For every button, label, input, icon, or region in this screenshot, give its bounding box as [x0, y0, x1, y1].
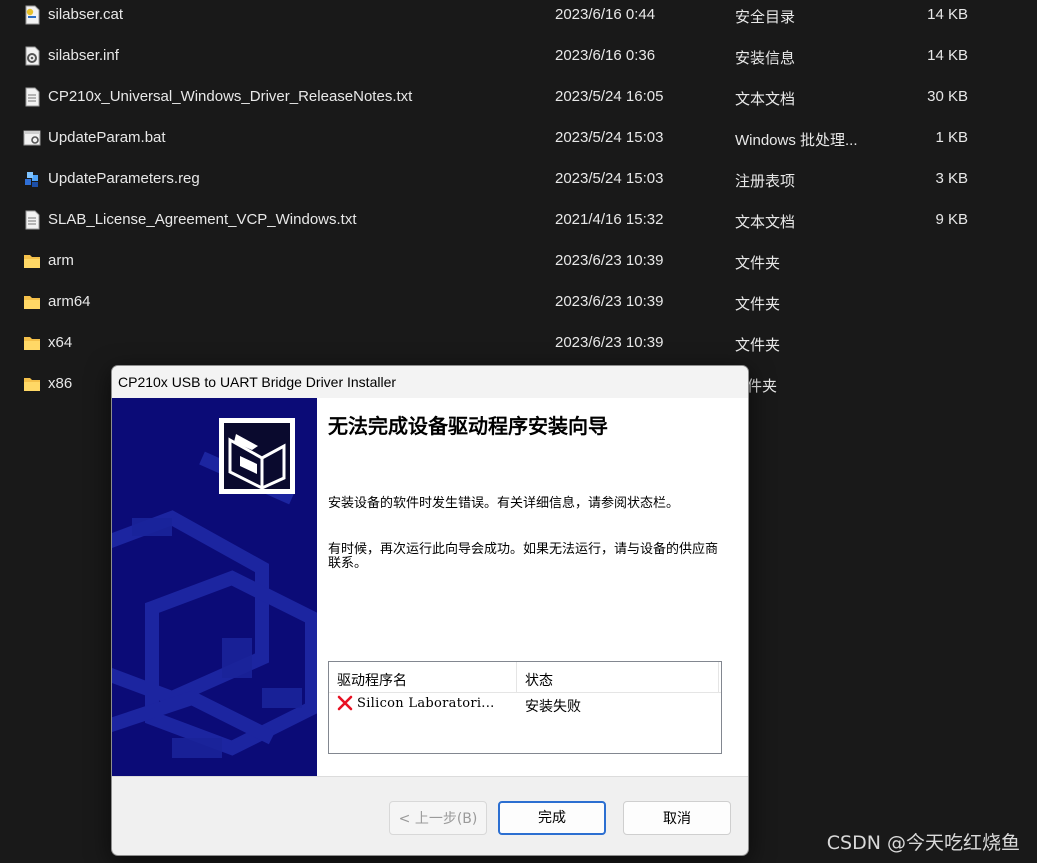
button-area-divider — [112, 776, 748, 777]
file-type: 安装信息 — [735, 50, 796, 67]
file-row[interactable]: CP210x_Universal_Windows_Driver_ReleaseN… — [0, 83, 1037, 124]
file-type: 件夹 — [747, 378, 778, 395]
file-type: Windows 批处理... — [735, 132, 858, 149]
file-type: 文本文档 — [735, 214, 796, 231]
folder-icon — [23, 333, 41, 353]
file-name: x86 — [48, 375, 73, 392]
file-type: 文件夹 — [735, 337, 781, 354]
folder-icon — [23, 292, 41, 312]
batch-file-icon — [23, 128, 41, 148]
file-name: SLAB_License_Agreement_VCP_Windows.txt — [48, 211, 357, 228]
file-type: 文件夹 — [735, 255, 781, 272]
text-file-icon — [23, 87, 41, 107]
file-date: 2023/5/24 15:03 — [555, 170, 664, 187]
file-type: 文本文档 — [735, 91, 796, 108]
file-row[interactable]: UpdateParameters.reg 2023/5/24 15:03 注册表项 3… — [0, 165, 1037, 206]
list-header: 驱动程序名 状态 — [329, 662, 721, 693]
file-name: arm64 — [48, 293, 91, 310]
file-date: 2023/6/23 10:39 — [555, 334, 664, 351]
registry-file-icon — [23, 169, 41, 189]
file-type: 注册表项 — [735, 173, 796, 190]
catalog-file-icon — [23, 5, 41, 25]
file-row[interactable]: arm64 2023/6/23 10:39 文件夹 — [0, 288, 1037, 329]
wizard-banner-art — [112, 398, 319, 776]
file-size: 9 KB — [935, 211, 968, 228]
file-date: 2023/6/16 0:44 — [555, 6, 656, 23]
file-name: CP210x_Universal_Windows_Driver_ReleaseN… — [48, 88, 413, 105]
file-row[interactable]: UpdateParam.bat 2023/5/24 15:03 Windows 批处… — [0, 124, 1037, 165]
cancel-button[interactable]: 取消 — [623, 801, 731, 835]
file-row[interactable]: silabser.cat 2023/6/16 0:44 安全目录 14 KB — [0, 1, 1037, 42]
file-size: 14 KB — [927, 6, 968, 23]
finish-button[interactable]: 完成 — [498, 801, 606, 835]
file-date: 2023/5/24 16:05 — [555, 88, 664, 105]
file-row[interactable]: arm 2023/6/23 10:39 文件夹 — [0, 247, 1037, 288]
file-name: x64 — [48, 334, 73, 351]
column-separator[interactable] — [516, 662, 517, 692]
error-x-icon — [337, 695, 353, 711]
dialog-title: CP210x USB to UART Bridge Driver Install… — [118, 374, 397, 390]
file-name: arm — [48, 252, 74, 269]
hardware-device-icon — [219, 418, 295, 494]
file-name: UpdateParam.bat — [48, 129, 166, 146]
file-size: 1 KB — [935, 129, 968, 146]
file-size: 3 KB — [935, 170, 968, 187]
column-separator[interactable] — [718, 662, 719, 692]
folder-icon — [23, 374, 41, 394]
driver-status: 安装失败 — [525, 698, 581, 714]
wizard-content: 无法完成设备驱动程序安装向导 安装设备的软件时发生错误。有关详细信息，请参阅状态… — [317, 398, 748, 776]
folder-icon — [23, 251, 41, 271]
file-size: 14 KB — [927, 47, 968, 64]
text-file-icon — [23, 210, 41, 230]
watermark: CSDN @今天吃红烧鱼 — [826, 832, 1020, 854]
driver-name: Silicon Laboratori... — [357, 696, 495, 711]
driver-status-list[interactable]: 驱动程序名 状态 Silicon Laboratori... 安装失败 — [328, 661, 722, 754]
file-name: silabser.cat — [48, 6, 124, 23]
wizard-side-banner — [112, 398, 319, 776]
file-row[interactable]: SLAB_License_Agreement_VCP_Windows.txt 20… — [0, 206, 1037, 247]
column-header-driver-name[interactable]: 驱动程序名 — [337, 670, 407, 690]
file-size: 30 KB — [927, 88, 968, 105]
back-button[interactable]: < 上一步(B) — [389, 801, 487, 835]
wizard-heading: 无法完成设备驱动程序安装向导 — [328, 414, 608, 438]
file-row[interactable]: silabser.inf 2023/6/16 0:36 安装信息 14 KB — [0, 42, 1037, 83]
dialog-titlebar[interactable]: CP210x USB to UART Bridge Driver Install… — [112, 366, 748, 398]
error-message: 安装设备的软件时发生错误。有关详细信息，请参阅状态栏。 — [328, 496, 680, 511]
driver-installer-dialog: CP210x USB to UART Bridge Driver Install… — [111, 365, 749, 856]
file-name: UpdateParameters.reg — [48, 170, 200, 187]
setup-info-file-icon — [23, 46, 41, 66]
file-row[interactable]: x64 2023/6/23 10:39 文件夹 — [0, 329, 1037, 370]
list-item[interactable]: Silicon Laboratori... 安装失败 — [329, 694, 721, 716]
file-date: 2023/6/16 0:36 — [555, 47, 656, 64]
file-name: silabser.inf — [48, 47, 119, 64]
file-type: 安全目录 — [735, 9, 796, 26]
file-date: 2023/5/24 15:03 — [555, 129, 664, 146]
file-date: 2021/4/16 15:32 — [555, 211, 664, 228]
file-type: 文件夹 — [735, 296, 781, 313]
file-date: 2023/6/23 10:39 — [555, 252, 664, 269]
column-header-status[interactable]: 状态 — [525, 670, 553, 690]
file-date: 2023/6/23 10:39 — [555, 293, 664, 310]
retry-message: 有时候，再次运行此向导会成功。如果无法运行，请与设备的供应商联系。 — [328, 542, 719, 571]
